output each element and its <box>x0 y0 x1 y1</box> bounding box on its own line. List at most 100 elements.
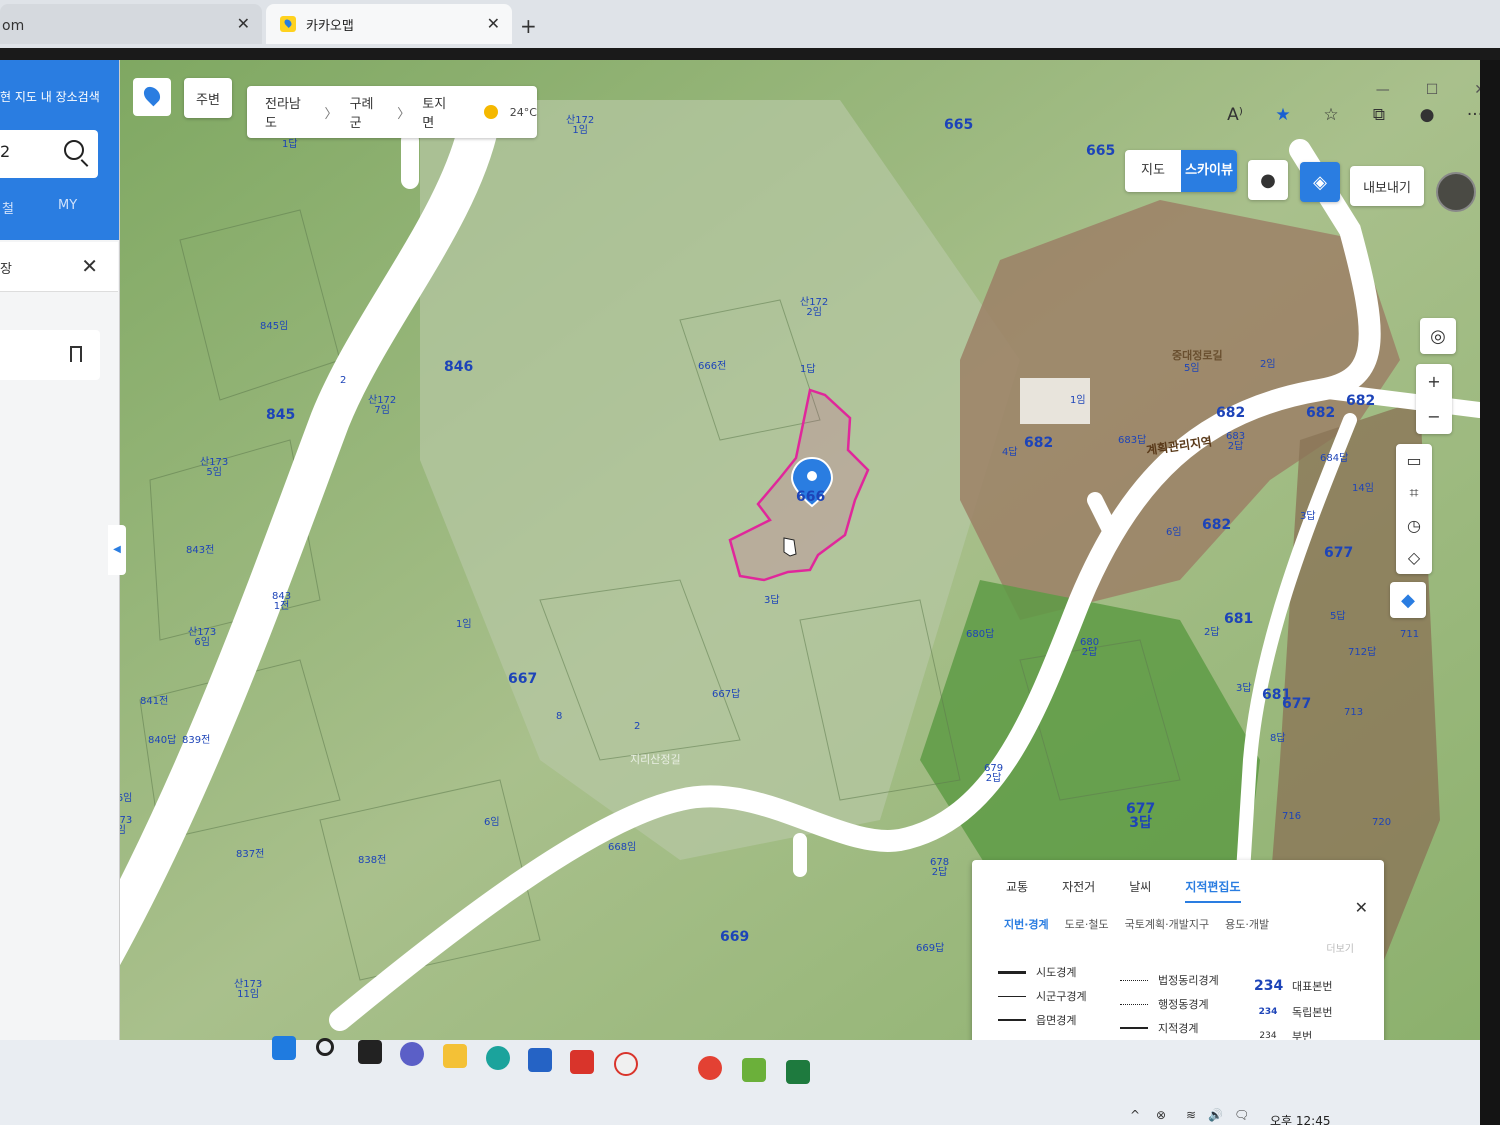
lot-number-label: 682 <box>1216 405 1246 421</box>
tab-label: 카카오맵 <box>306 18 354 34</box>
line-swatch <box>998 970 1026 974</box>
layers-icon: ◈ <box>1313 171 1327 193</box>
side-tab-my[interactable]: MY <box>58 198 77 213</box>
side-result-row[interactable]: 장 ✕ <box>0 242 118 292</box>
area-icon[interactable]: ⌗ <box>1409 483 1418 503</box>
maximize-icon[interactable]: ☐ <box>1426 82 1439 98</box>
profile-icon[interactable]: ● <box>1416 104 1438 126</box>
add-pin-button[interactable]: ◆ <box>1390 582 1426 618</box>
tab-cadastral[interactable]: 지적편집도 <box>1185 878 1241 903</box>
side-panel-header: 현 지도 내 장소검색 2 철 MY <box>0 60 119 240</box>
lot-number-label: 680답 <box>966 629 995 640</box>
start-icon[interactable] <box>272 1036 296 1060</box>
search-input[interactable]: 2 <box>0 130 98 178</box>
zoom-out-button[interactable]: − <box>1427 407 1440 426</box>
search-icon[interactable] <box>316 1038 334 1056</box>
lot-number-label: 843전 <box>186 545 215 556</box>
lot-number-label: 3답 <box>1300 511 1316 522</box>
tray-chevron-icon[interactable]: ^ <box>1130 1108 1140 1122</box>
lot-number-label: 678 2답 <box>930 857 950 878</box>
lot-number-label: 682 <box>1346 393 1376 409</box>
edge-icon[interactable] <box>486 1046 510 1070</box>
radius-icon[interactable]: ◷ <box>1407 516 1421 535</box>
file-explorer-icon[interactable] <box>443 1044 467 1068</box>
avatar[interactable] <box>1436 172 1476 212</box>
lot-number-label: 665 <box>944 117 974 133</box>
panel-collapse-button[interactable]: ◀ <box>108 525 126 575</box>
kakaomap-favicon-icon <box>280 16 296 32</box>
tray-status-icon[interactable]: ⊗ <box>1156 1108 1166 1122</box>
lot-number-label: 산172 7임 <box>368 395 397 416</box>
lot-number-label: 837전 <box>236 849 265 860</box>
app-green-icon[interactable] <box>742 1058 766 1082</box>
lot-number-label: 712답 <box>1348 647 1377 658</box>
store-icon[interactable] <box>528 1048 552 1072</box>
tab-close-icon[interactable]: ✕ <box>487 14 500 33</box>
nearby-button[interactable]: 주변 <box>184 78 232 118</box>
legend-tabs: 교통 자전거 날씨 지적편집도 <box>1006 878 1241 903</box>
roadview-button[interactable]: ● <box>1248 160 1288 200</box>
task-view-icon[interactable] <box>358 1040 382 1064</box>
chrome-icon[interactable] <box>698 1056 722 1080</box>
search-side-panel: 현 지도 내 장소검색 2 철 MY 장 ✕ 퀵 <box>0 60 120 1057</box>
breadcrumb-item-county[interactable]: 구례군 <box>350 93 386 131</box>
favorite-star-icon[interactable]: ★ <box>1272 104 1294 126</box>
lot-number-label: 846 <box>444 359 474 375</box>
breadcrumb-item-province[interactable]: 전라남도 <box>265 93 313 131</box>
lot-number-label: 6임 <box>484 817 500 828</box>
lot-number-label: 산172 1임 <box>566 115 595 136</box>
search-icon[interactable] <box>64 140 84 160</box>
subtab-planning[interactable]: 국토계획·개발지구 <box>1125 916 1209 932</box>
favorites-icon[interactable]: ☆ <box>1320 104 1342 126</box>
side-bookmark-row[interactable] <box>0 330 100 380</box>
sync-icon[interactable] <box>614 1052 638 1076</box>
view-skyview-button[interactable]: 스카이뷰 <box>1181 150 1237 192</box>
notification-icon[interactable]: 🗨 <box>1234 1108 1249 1122</box>
lot-number-label: 667 <box>508 671 538 687</box>
line-swatch <box>1120 1027 1148 1029</box>
tab-weather[interactable]: 날씨 <box>1129 878 1151 903</box>
lot-number-label: 682 <box>1024 435 1054 451</box>
lot-number-label: 683답 <box>1118 435 1147 446</box>
subtab-road-rail[interactable]: 도로·철도 <box>1065 916 1109 932</box>
tab-traffic[interactable]: 교통 <box>1006 878 1028 903</box>
bookmark-icon[interactable] <box>70 346 82 362</box>
map-pin-button[interactable] <box>133 78 171 116</box>
minimize-icon[interactable]: — <box>1376 82 1390 98</box>
lot-number-label: 840답 <box>148 735 177 746</box>
chat-icon[interactable] <box>400 1042 424 1066</box>
side-tab-route[interactable]: 철 <box>2 198 14 217</box>
app-icon[interactable] <box>570 1050 594 1074</box>
layers-button[interactable]: ◈ <box>1300 162 1340 202</box>
chart-app-icon[interactable] <box>786 1060 810 1084</box>
wifi-icon[interactable]: ≋ <box>1186 1108 1196 1122</box>
new-tab-button[interactable]: + <box>520 14 537 38</box>
export-button[interactable]: 내보내기 <box>1350 166 1424 206</box>
lot-number-label: 산173 6임 <box>188 627 217 648</box>
zoom-in-button[interactable]: + <box>1427 372 1440 391</box>
legend-label: 독립본번 <box>1292 1006 1333 1019</box>
subtab-land-use[interactable]: 용도·개발 <box>1225 916 1269 932</box>
place-label: 중대정로길 <box>1172 349 1223 362</box>
read-aloud-icon[interactable]: A⁾ <box>1224 104 1246 126</box>
more-link[interactable]: 더보기 <box>1326 940 1354 955</box>
browser-tab-kakaomap[interactable]: 카카오맵 ✕ <box>266 4 512 44</box>
subtab-lot-boundary[interactable]: 지번·경계 <box>1004 916 1049 932</box>
lot-number-label: 산173 5임 <box>200 457 229 478</box>
locate-button[interactable]: ◎ <box>1420 318 1456 354</box>
collections-icon[interactable]: ⧉ <box>1368 104 1390 126</box>
pin-icon: ◆ <box>1401 589 1415 611</box>
lot-number-label: 산172 2임 <box>800 297 829 318</box>
lot-number-label: 838전 <box>358 855 387 866</box>
browser-tab-bar: ✕ om 카카오맵 ✕ + <box>0 0 1500 48</box>
volume-icon[interactable]: 🔊 <box>1208 1108 1223 1122</box>
tab-bicycle[interactable]: 자전거 <box>1062 878 1095 903</box>
close-icon[interactable]: ✕ <box>81 254 98 278</box>
close-icon[interactable]: ✕ <box>1355 898 1368 917</box>
view-map-button[interactable]: 지도 <box>1125 150 1181 192</box>
ruler-icon[interactable]: ▭ <box>1406 451 1421 470</box>
lot-number-label: 677 3답 <box>1126 801 1156 831</box>
eraser-icon[interactable]: ◇ <box>1408 548 1420 567</box>
breadcrumb-item-town[interactable]: 토지면 <box>422 93 458 131</box>
address-bar-fragment[interactable]: om <box>0 18 262 46</box>
